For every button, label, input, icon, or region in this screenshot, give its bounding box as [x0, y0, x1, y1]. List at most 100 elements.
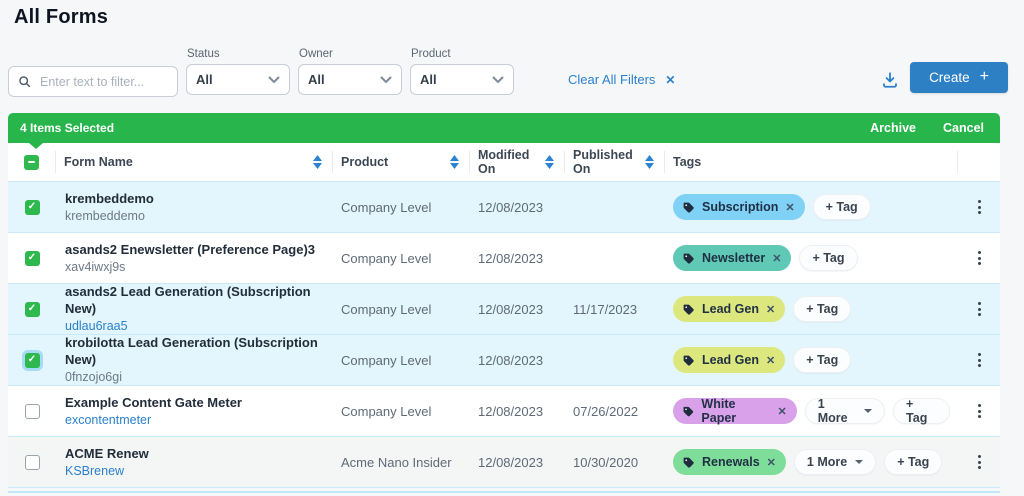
search-input[interactable] [38, 74, 168, 90]
page-title: All Forms [14, 6, 108, 29]
add-tag-button[interactable]: + Tag [793, 347, 851, 373]
download-button[interactable] [877, 67, 903, 93]
row-actions-cell [958, 349, 1000, 371]
tag-remove-icon[interactable]: ✕ [767, 456, 776, 469]
row-actions-cell [958, 196, 1000, 218]
form-name-link[interactable]: krembeddemo [65, 191, 323, 207]
product-cell: Company Level [333, 353, 470, 368]
add-tag-button[interactable]: + Tag [884, 449, 942, 475]
tag-remove-icon[interactable]: ✕ [766, 303, 775, 316]
select-all-cell [8, 151, 56, 173]
sort-icon[interactable] [545, 155, 554, 169]
column-header-form-name[interactable]: Form Name [56, 151, 333, 173]
clear-all-filters-link[interactable]: Clear All Filters ✕ [568, 72, 675, 87]
status-filter-select[interactable]: All [186, 64, 290, 95]
form-id[interactable]: KSBrenew [65, 465, 323, 479]
add-tag-button[interactable]: + Tag [893, 398, 950, 424]
archive-button[interactable]: Archive [870, 121, 916, 135]
published-on-cell: 10/30/2020 [565, 455, 665, 470]
tag-pill[interactable]: Newsletter ✕ [673, 245, 791, 271]
more-tags-label: 1 More [807, 455, 847, 469]
download-icon [881, 71, 899, 89]
tag-pill[interactable]: Renewals✕ [673, 449, 786, 475]
modified-on-cell: 12/08/2023 [470, 455, 565, 470]
row-checkbox[interactable]: ✓ [25, 200, 40, 215]
add-tag-button[interactable]: + Tag [813, 194, 871, 220]
tag-label: Lead Gen [702, 353, 759, 367]
add-tag-button[interactable]: + Tag [799, 245, 857, 271]
form-id: krembeddemo [65, 210, 323, 224]
product-cell: Acme Nano Insider [333, 455, 470, 470]
tag-remove-icon[interactable]: ✕ [772, 252, 781, 265]
form-name-link[interactable]: Example Content Gate Meter [65, 395, 323, 411]
cancel-button[interactable]: Cancel [943, 121, 984, 135]
row-checkbox-cell: ✓ [8, 302, 56, 317]
next-row-edge [8, 491, 1000, 493]
tag-label: Subscription [702, 200, 778, 214]
row-checkbox[interactable]: ✓ [25, 353, 40, 368]
select-all-checkbox[interactable] [24, 155, 39, 170]
row-menu-kebab-icon[interactable] [968, 400, 990, 422]
more-tags-dropdown[interactable]: 1 More [805, 398, 885, 424]
tag-pill[interactable]: Lead Gen ✕ [673, 347, 785, 373]
add-tag-label: + Tag [826, 200, 858, 214]
plus-icon: + [980, 69, 989, 85]
search-icon [18, 75, 31, 88]
row-menu-kebab-icon[interactable] [968, 298, 990, 320]
more-tags-dropdown[interactable]: 1 More [794, 449, 876, 475]
modified-on-cell: 12/08/2023 [470, 200, 565, 215]
row-checkbox[interactable] [25, 455, 40, 470]
form-name-cell: krobilotta Lead Generation (Subscription… [56, 335, 333, 384]
sort-icon[interactable] [313, 155, 322, 169]
chevron-down-icon [492, 76, 504, 84]
tag-label: Lead Gen [702, 302, 759, 316]
tag-pill[interactable]: Subscription ✕ [673, 194, 805, 220]
add-tag-label: + Tag [806, 302, 838, 316]
row-menu-kebab-icon[interactable] [968, 196, 990, 218]
tag-remove-icon[interactable]: ✕ [766, 354, 775, 367]
add-tag-button[interactable]: + Tag [793, 296, 851, 322]
row-checkbox[interactable] [25, 404, 40, 419]
modified-on-cell: 12/08/2023 [470, 353, 565, 368]
owner-filter-select[interactable]: All [298, 64, 402, 95]
more-tags-label: 1 More [818, 397, 856, 425]
tag-label: Newsletter [702, 251, 765, 265]
row-menu-kebab-icon[interactable] [968, 451, 990, 473]
row-menu-kebab-icon[interactable] [968, 349, 990, 371]
table-row: ✓ asands2 Enewsletter (Preference Page)3… [8, 233, 1000, 284]
row-actions-cell [958, 451, 1000, 473]
product-cell: Company Level [333, 251, 470, 266]
tag-remove-icon[interactable]: ✕ [777, 405, 786, 418]
form-id[interactable]: udlau6raa5 [65, 320, 323, 334]
column-header-published-on[interactable]: Published On [565, 151, 665, 173]
row-checkbox[interactable]: ✓ [25, 251, 40, 266]
create-button[interactable]: Create + [910, 62, 1008, 93]
column-header-modified-on[interactable]: Modified On [470, 151, 565, 173]
form-name-cell: asands2 Lead Generation (Subscription Ne… [56, 284, 333, 333]
row-checkbox[interactable]: ✓ [25, 302, 40, 317]
add-tag-label: + Tag [906, 397, 937, 425]
product-cell: Company Level [333, 200, 470, 215]
tag-pill[interactable]: White Paper✕ [673, 398, 797, 424]
column-header-product[interactable]: Product [333, 151, 470, 173]
clear-filters-x-icon[interactable]: ✕ [665, 73, 675, 87]
tag-icon [682, 252, 695, 265]
product-filter-value: All [420, 72, 437, 87]
form-id[interactable]: excontentmeter [65, 414, 323, 428]
table-header: Form Name Product Modified On [8, 143, 1000, 181]
selection-bar-notch [29, 143, 43, 149]
form-name-link[interactable]: asands2 Lead Generation (Subscription Ne… [65, 284, 323, 317]
sort-icon[interactable] [645, 155, 654, 169]
tags-cell: Subscription ✕ + Tag [665, 194, 958, 220]
product-filter-select[interactable]: All [410, 64, 514, 95]
form-name-link[interactable]: ACME Renew [65, 446, 323, 462]
add-tag-label: + Tag [897, 455, 929, 469]
tag-remove-icon[interactable]: ✕ [785, 201, 794, 214]
tag-pill[interactable]: Lead Gen ✕ [673, 296, 785, 322]
form-name-link[interactable]: asands2 Enewsletter (Preference Page)3 [65, 242, 323, 258]
row-menu-kebab-icon[interactable] [968, 247, 990, 269]
caret-down-icon [864, 409, 872, 413]
sort-icon[interactable] [450, 155, 459, 169]
form-name-link[interactable]: krobilotta Lead Generation (Subscription… [65, 335, 323, 368]
add-tag-label: + Tag [806, 353, 838, 367]
